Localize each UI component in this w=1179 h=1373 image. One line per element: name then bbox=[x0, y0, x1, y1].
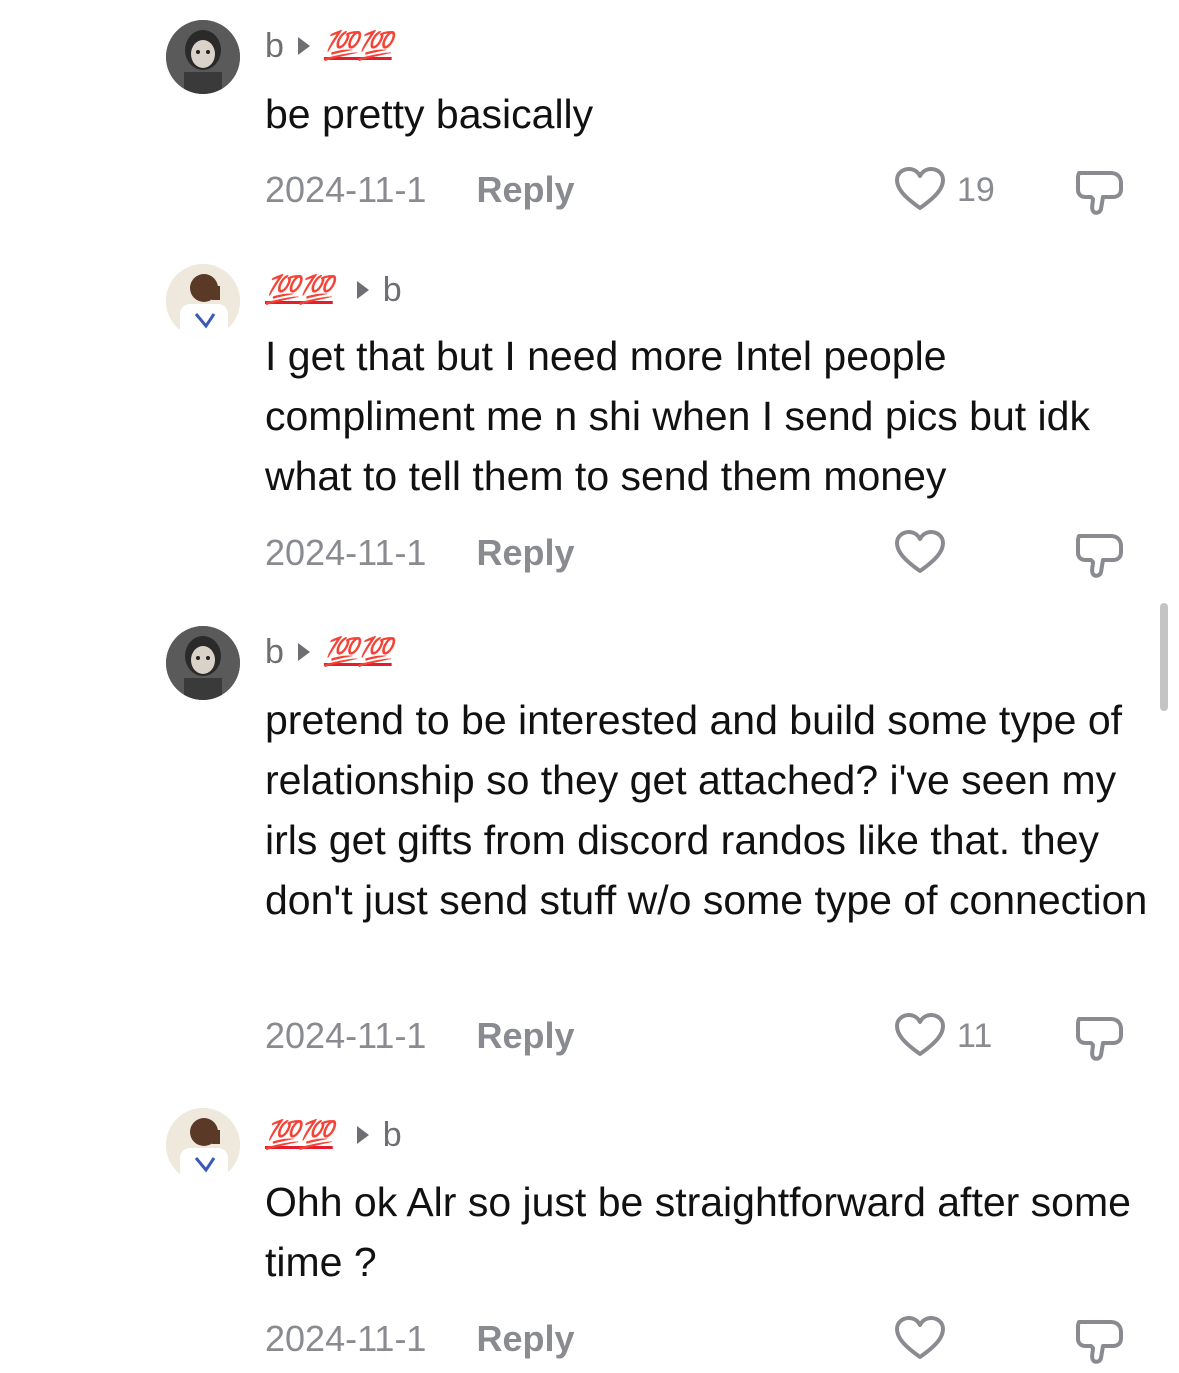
like-count: 11 bbox=[957, 1016, 993, 1055]
reply-button[interactable]: Reply bbox=[476, 169, 574, 211]
comment-text: Ohh ok Alr so just be straightforward af… bbox=[265, 1179, 1131, 1285]
reply-button[interactable]: Reply bbox=[476, 1318, 574, 1360]
triangle-right-icon bbox=[297, 37, 310, 55]
comment-header: 💯💯 b bbox=[265, 1111, 402, 1159]
like-button[interactable] bbox=[893, 529, 957, 577]
thumbs-down-outline-icon bbox=[1076, 1017, 1123, 1061]
like-button[interactable]: 11 bbox=[893, 1012, 992, 1060]
avatar-image bbox=[166, 20, 240, 94]
comment-header: b 💯💯 bbox=[265, 628, 402, 676]
heart-outline-icon bbox=[895, 530, 945, 573]
reply-button[interactable]: Reply bbox=[476, 1015, 574, 1057]
reply-to-name[interactable]: 💯💯 bbox=[324, 32, 393, 60]
comment-meta: 2024-11-1 Reply bbox=[265, 166, 575, 214]
author-name[interactable]: b bbox=[265, 633, 284, 672]
comment-date: 2024-11-1 bbox=[265, 1015, 427, 1056]
triangle-right-icon bbox=[356, 281, 369, 299]
author-name[interactable]: b bbox=[265, 27, 284, 66]
thumbs-down-outline-icon bbox=[1076, 171, 1123, 215]
comment-header: 💯💯 b bbox=[265, 266, 402, 314]
comment-meta: 2024-11-1 Reply bbox=[265, 1012, 575, 1060]
heart-outline-icon bbox=[895, 1013, 945, 1056]
thumbs-down-outline-icon bbox=[1076, 1320, 1123, 1364]
thumbs-down-outline-icon bbox=[1076, 534, 1123, 578]
avatar-image bbox=[166, 1108, 240, 1182]
heart-outline-icon bbox=[895, 167, 945, 210]
triangle-right-icon bbox=[356, 1126, 369, 1144]
dislike-button[interactable] bbox=[1073, 1314, 1129, 1366]
avatar[interactable] bbox=[166, 1108, 240, 1182]
comment-text: be pretty basically bbox=[265, 91, 594, 137]
reply-button[interactable]: Reply bbox=[476, 532, 574, 574]
comment-meta: 2024-11-1 Reply bbox=[265, 1315, 575, 1363]
author-name[interactable]: 💯💯 bbox=[265, 276, 334, 304]
reply-to-name[interactable]: 💯💯 bbox=[324, 638, 393, 666]
dislike-button[interactable] bbox=[1073, 1011, 1129, 1063]
comment-header: b 💯💯 bbox=[265, 22, 402, 70]
dislike-button[interactable] bbox=[1073, 165, 1129, 217]
author-name[interactable]: 💯💯 bbox=[265, 1121, 334, 1149]
dislike-button[interactable] bbox=[1073, 528, 1129, 580]
comment-date: 2024-11-1 bbox=[265, 169, 427, 210]
avatar[interactable] bbox=[166, 264, 240, 338]
like-count: 19 bbox=[957, 170, 995, 209]
comment-meta: 2024-11-1 Reply bbox=[265, 529, 575, 577]
comment-text: pretend to be interested and build some … bbox=[265, 697, 1148, 923]
avatar[interactable] bbox=[166, 20, 240, 94]
comment-date: 2024-11-1 bbox=[265, 1318, 427, 1359]
comment-date: 2024-11-1 bbox=[265, 532, 427, 573]
reply-to-name[interactable]: b bbox=[383, 1116, 402, 1155]
avatar[interactable] bbox=[166, 626, 240, 700]
triangle-right-icon bbox=[297, 643, 310, 661]
comment-text: I get that but I need more Intel people … bbox=[265, 333, 1090, 499]
reply-to-name[interactable]: b bbox=[383, 271, 402, 310]
heart-outline-icon bbox=[895, 1316, 945, 1359]
like-button[interactable]: 19 bbox=[893, 166, 995, 214]
like-button[interactable] bbox=[893, 1315, 957, 1363]
avatar-image bbox=[166, 264, 240, 338]
scrollbar[interactable] bbox=[1160, 603, 1168, 711]
avatar-image bbox=[166, 626, 240, 700]
